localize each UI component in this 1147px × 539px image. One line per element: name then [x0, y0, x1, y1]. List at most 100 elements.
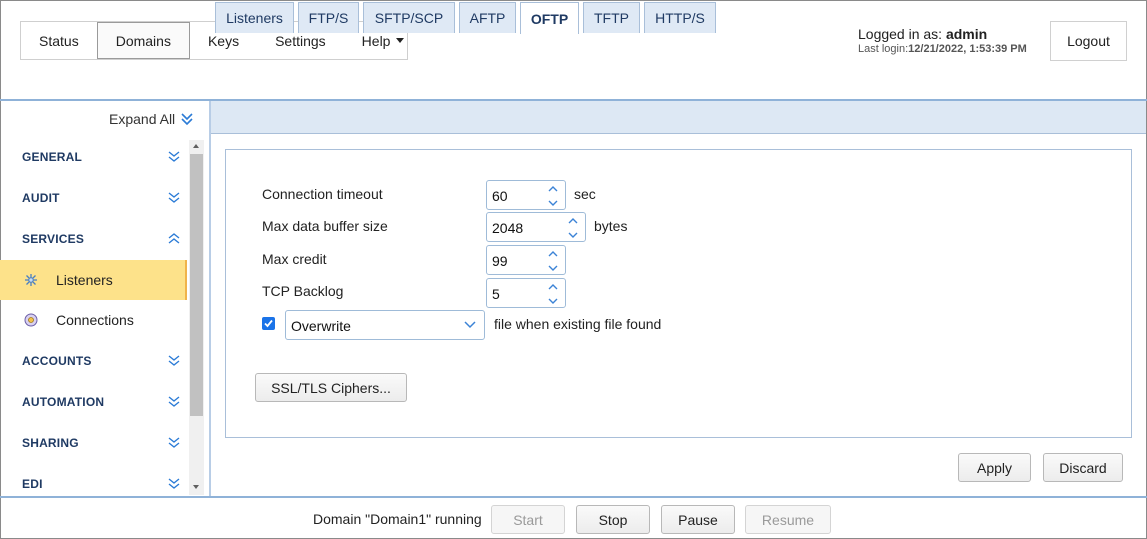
- existing-file-action-select[interactable]: Overwrite: [285, 310, 485, 340]
- connections-icon: [24, 313, 38, 327]
- section-label: GENERAL: [22, 149, 83, 164]
- tab-sftp-scp[interactable]: SFTP/SCP: [363, 2, 455, 33]
- spin-up-icon[interactable]: [545, 247, 561, 261]
- tab-tftp[interactable]: TFTP: [583, 2, 640, 33]
- double-chevron-down-icon: [168, 396, 180, 407]
- sidebar-item-connections[interactable]: Connections: [0, 300, 187, 340]
- tab-ftps[interactable]: FTP/S: [298, 2, 359, 33]
- tab-https[interactable]: HTTP/S: [644, 2, 716, 33]
- caret-down-icon: [396, 38, 405, 43]
- max-buffer-value: 2048: [492, 220, 524, 236]
- section-label: ACCOUNTS: [22, 353, 92, 368]
- domain-status-text: Domain "Domain1" running: [313, 511, 482, 527]
- nav-domains[interactable]: Domains: [96, 22, 190, 59]
- pause-button[interactable]: Pause: [661, 505, 735, 534]
- tcp-backlog-input[interactable]: 5: [486, 278, 566, 308]
- select-value: Overwrite: [291, 318, 351, 334]
- double-chevron-down-icon: [168, 355, 180, 366]
- sidebar-item-label: Connections: [56, 312, 134, 328]
- resume-label: Resume: [761, 511, 815, 528]
- logout-button[interactable]: Logout: [1050, 21, 1127, 61]
- logged-in-label: Logged in as:: [858, 26, 946, 42]
- ssl-button-label: SSL/TLS Ciphers...: [271, 379, 391, 396]
- section-label: SERVICES: [22, 231, 85, 246]
- tab-aftp[interactable]: AFTP: [459, 2, 516, 33]
- login-info: Logged in as: admin Last login:12/21/202…: [858, 26, 1027, 55]
- spin-down-icon[interactable]: [545, 294, 561, 308]
- sidebar-scrollbar[interactable]: [189, 140, 204, 495]
- double-chevron-down-icon: [168, 478, 180, 489]
- max-buffer-input[interactable]: 2048: [486, 212, 586, 242]
- connection-timeout-input[interactable]: 60: [486, 180, 566, 210]
- double-chevron-down-icon: [168, 437, 180, 448]
- stop-button[interactable]: Stop: [576, 505, 650, 534]
- tab-label: SFTP/SCP: [374, 10, 444, 26]
- sidebar-border: [209, 101, 211, 496]
- apply-label: Apply: [976, 459, 1013, 476]
- protocol-tabs: [211, 101, 1146, 134]
- listeners-icon: [25, 274, 37, 286]
- nav-keys-label: Keys: [207, 32, 240, 49]
- section-label: AUDIT: [22, 190, 60, 205]
- connection-timeout-unit: sec: [574, 186, 596, 202]
- pause-label: Pause: [678, 511, 718, 528]
- max-credit-input[interactable]: 99: [486, 245, 566, 275]
- sidebar-item-label: Listeners: [56, 272, 113, 288]
- sidebar-section-accounts[interactable]: ACCOUNTS: [0, 340, 187, 381]
- tab-label: FTP/S: [308, 10, 349, 26]
- username: admin: [945, 26, 988, 42]
- max-credit-value: 99: [492, 253, 508, 269]
- spin-down-icon[interactable]: [565, 228, 581, 242]
- tab-listeners[interactable]: Listeners: [215, 2, 294, 33]
- logged-in-line: Logged in as: admin: [858, 26, 1027, 42]
- nav-status-label: Status: [39, 32, 79, 49]
- section-label: SHARING: [22, 435, 79, 450]
- sidebar-section-services[interactable]: SERVICES: [0, 218, 187, 259]
- scrollbar-thumb[interactable]: [190, 154, 203, 416]
- sidebar-section-general[interactable]: GENERAL: [0, 136, 187, 177]
- spin-up-icon[interactable]: [545, 280, 561, 294]
- double-chevron-up-icon: [168, 233, 180, 244]
- max-credit-label: Max credit: [262, 251, 327, 267]
- ssl-tls-ciphers-button[interactable]: SSL/TLS Ciphers...: [255, 373, 407, 402]
- expand-all-button[interactable]: Expand All: [109, 111, 193, 127]
- nav-help-label: Help: [361, 32, 391, 49]
- scroll-up-icon[interactable]: [193, 144, 199, 148]
- spin-up-icon[interactable]: [565, 214, 581, 228]
- tab-label: AFTP: [469, 10, 506, 26]
- start-button[interactable]: Start: [491, 505, 565, 534]
- tcp-backlog-value: 5: [492, 286, 500, 302]
- sidebar-section-sharing[interactable]: SHARING: [0, 422, 187, 463]
- overwrite-checkbox[interactable]: [262, 317, 275, 330]
- apply-button[interactable]: Apply: [958, 453, 1031, 482]
- double-chevron-down-icon: [168, 151, 180, 162]
- discard-button[interactable]: Discard: [1043, 453, 1123, 482]
- scroll-down-icon[interactable]: [193, 485, 199, 489]
- tcp-backlog-label: TCP Backlog: [262, 283, 344, 299]
- tab-label: OFTP: [530, 10, 569, 27]
- expand-all-label: Expand All: [109, 111, 176, 127]
- nav-status[interactable]: Status: [21, 22, 97, 59]
- sidebar-item-listeners[interactable]: Listeners: [0, 260, 187, 300]
- resume-button[interactable]: Resume: [745, 505, 831, 534]
- spin-up-icon[interactable]: [545, 182, 561, 196]
- sidebar-section-automation[interactable]: AUTOMATION: [0, 381, 187, 422]
- spin-down-icon[interactable]: [545, 261, 561, 275]
- tab-label: Listeners: [226, 10, 283, 26]
- chevron-down-icon: [464, 321, 476, 329]
- tab-oftp[interactable]: OFTP: [520, 2, 579, 34]
- sidebar-section-audit[interactable]: AUDIT: [0, 177, 187, 218]
- max-buffer-unit: bytes: [594, 218, 628, 234]
- start-label: Start: [513, 511, 543, 528]
- last-login-line: Last login:12/21/2022, 1:53:39 PM: [858, 43, 1027, 55]
- max-buffer-label: Max data buffer size: [262, 218, 388, 234]
- overwrite-suffix-label: file when existing file found: [494, 316, 662, 332]
- spin-down-icon[interactable]: [545, 196, 561, 210]
- logout-label: Logout: [1067, 33, 1110, 49]
- double-chevron-down-icon: [168, 192, 180, 203]
- discard-label: Discard: [1059, 459, 1107, 476]
- connection-timeout-value: 60: [492, 188, 508, 204]
- stop-label: Stop: [598, 511, 628, 528]
- nav-domains-label: Domains: [115, 32, 171, 49]
- footer-separator: [0, 496, 1147, 498]
